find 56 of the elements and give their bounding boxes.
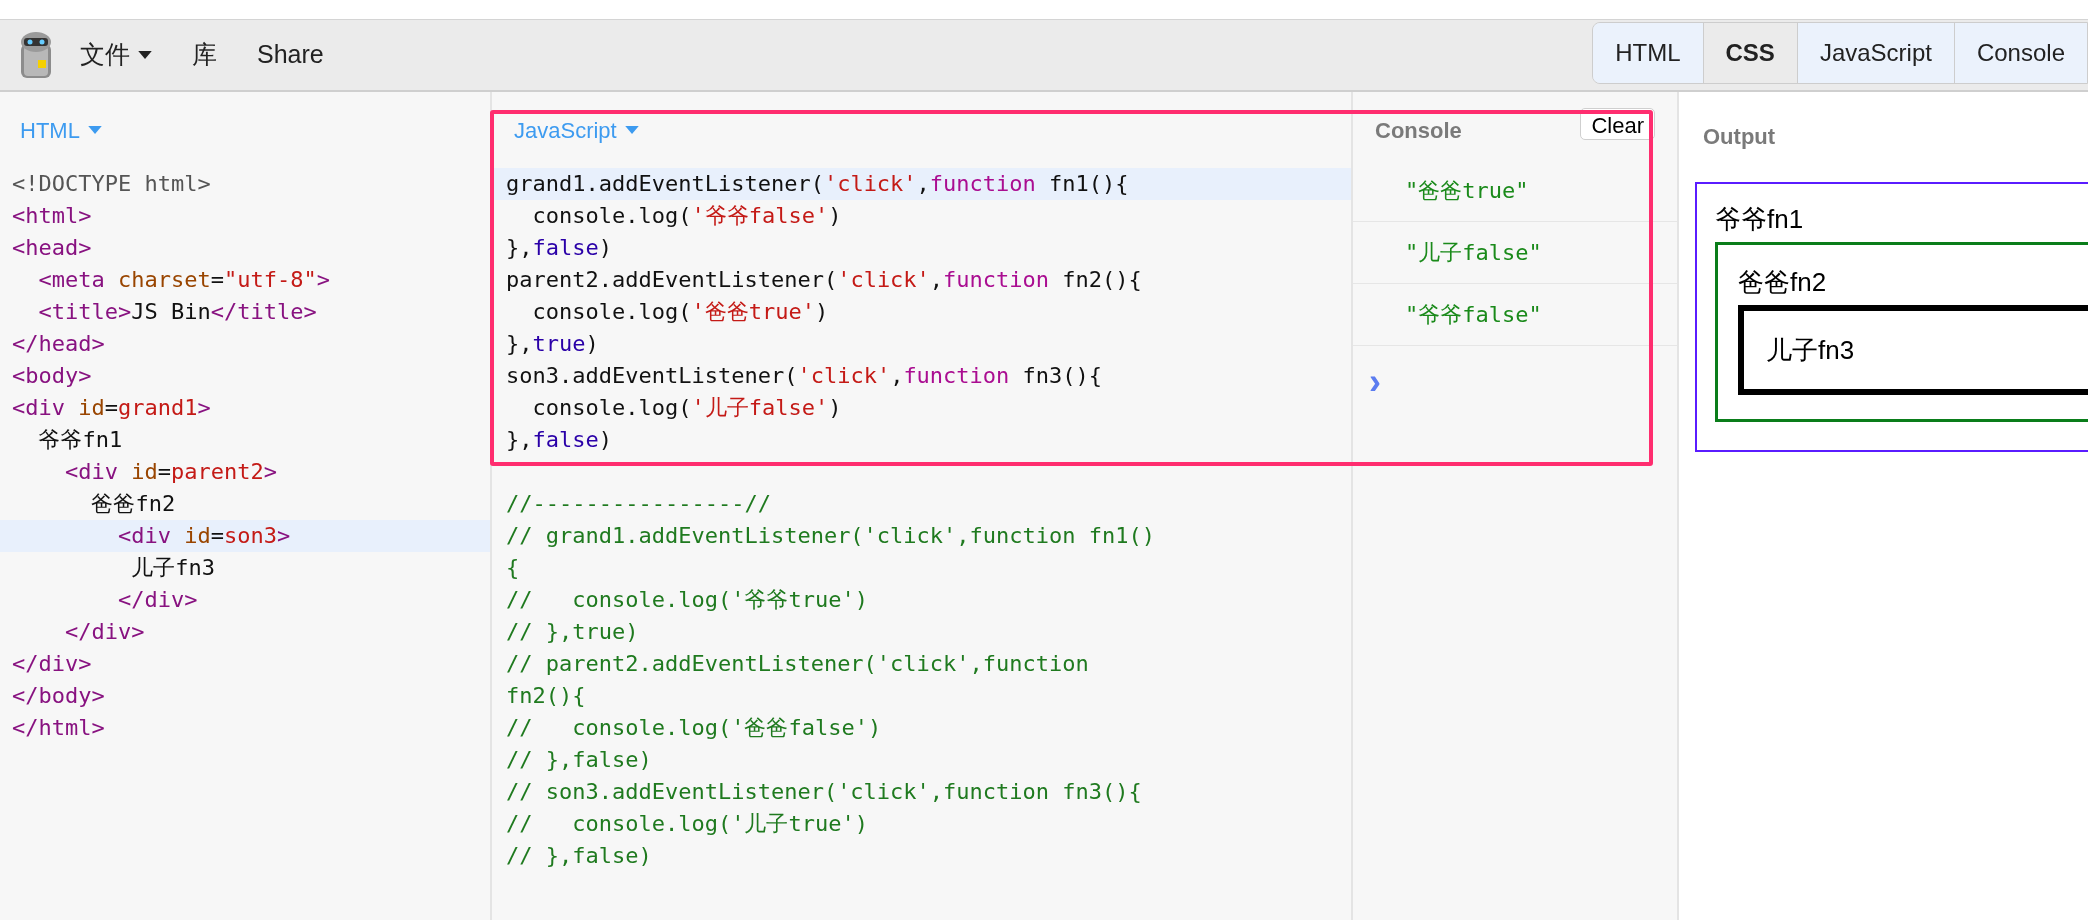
code-line: </div>: [11, 650, 93, 678]
view-tab[interactable]: Console: [1953, 23, 2087, 83]
code-line: // console.log('儿子true'): [505, 810, 869, 838]
code-line: </div>: [63, 618, 146, 646]
menu-item[interactable]: Share: [257, 36, 324, 74]
code-line: </div>: [116, 586, 199, 614]
output-text: 爸爸fn2: [1738, 266, 1828, 299]
code-line: // grand1.addEventListener('click',function fn1(): [505, 522, 1156, 550]
code-line: },true): [505, 330, 600, 358]
code-line: // },true): [505, 618, 640, 646]
code-line: // parent2.addEventListener('click',function: [505, 650, 1090, 678]
code-line: <html>: [11, 202, 93, 230]
code-line: 儿子fn3: [130, 554, 216, 582]
menu-item[interactable]: 文件: [80, 36, 152, 74]
console-prompt[interactable]: ›: [1369, 364, 1381, 400]
robot-logo-icon[interactable]: [18, 30, 54, 80]
output-text: 儿子fn3: [1766, 334, 1856, 367]
code-line: son3.addEventListener('click',function fn3(){: [505, 362, 1104, 390]
code-line: 爸爸fn2: [90, 490, 177, 518]
code-line: parent2.addEventListener('click',function fn2(){: [505, 266, 1143, 294]
output-text: 爷爷fn1: [1715, 203, 1805, 236]
code-line: <title>JS Bin</title>: [37, 298, 318, 326]
code-line: <body>: [11, 362, 93, 390]
panel-title: Output: [1703, 122, 1776, 151]
code-line: //----------------//: [505, 490, 772, 518]
code-line: },false): [505, 426, 613, 454]
code-line: <meta charset="utf-8">: [37, 266, 331, 294]
menu-item[interactable]: 库: [192, 36, 217, 74]
code-line: </head>: [11, 330, 106, 358]
console-message: "爸爸true": [1405, 177, 1529, 205]
code-line: {: [505, 554, 521, 582]
code-line: <head>: [11, 234, 93, 262]
code-line: // },false): [505, 746, 653, 774]
console-message: "儿子false": [1405, 239, 1542, 267]
view-tab[interactable]: HTML: [1593, 23, 1703, 83]
code-line: // console.log('爷爷true'): [505, 586, 869, 614]
code-line: 爷爷fn1: [37, 426, 124, 454]
caret-icon: [138, 50, 152, 60]
code-line: <div id=parent2>: [63, 458, 278, 486]
code-line: },false): [505, 234, 613, 262]
caret-icon: [624, 125, 639, 135]
code-line: </html>: [11, 714, 106, 742]
panel-title: Console: [1375, 116, 1462, 145]
code-line: fn2(){: [505, 682, 587, 710]
code-line: </body>: [11, 682, 106, 710]
code-line: <div id=grand1>: [11, 394, 212, 422]
view-tab[interactable]: JavaScript: [1796, 23, 1954, 83]
code-line: console.log('爸爸true'): [531, 298, 830, 326]
code-line: console.log('儿子false'): [531, 394, 843, 422]
console-message: "爷爷false": [1405, 301, 1542, 329]
code-line: // son3.addEventListener('click',function fn3(){: [505, 778, 1143, 806]
code-line: // },false): [505, 842, 653, 870]
code-line: // console.log('爸爸false'): [505, 714, 883, 742]
caret-icon: [87, 125, 102, 135]
code-line: <!DOCTYPE html>: [11, 170, 212, 198]
code-line: console.log('爷爷false'): [531, 202, 843, 230]
